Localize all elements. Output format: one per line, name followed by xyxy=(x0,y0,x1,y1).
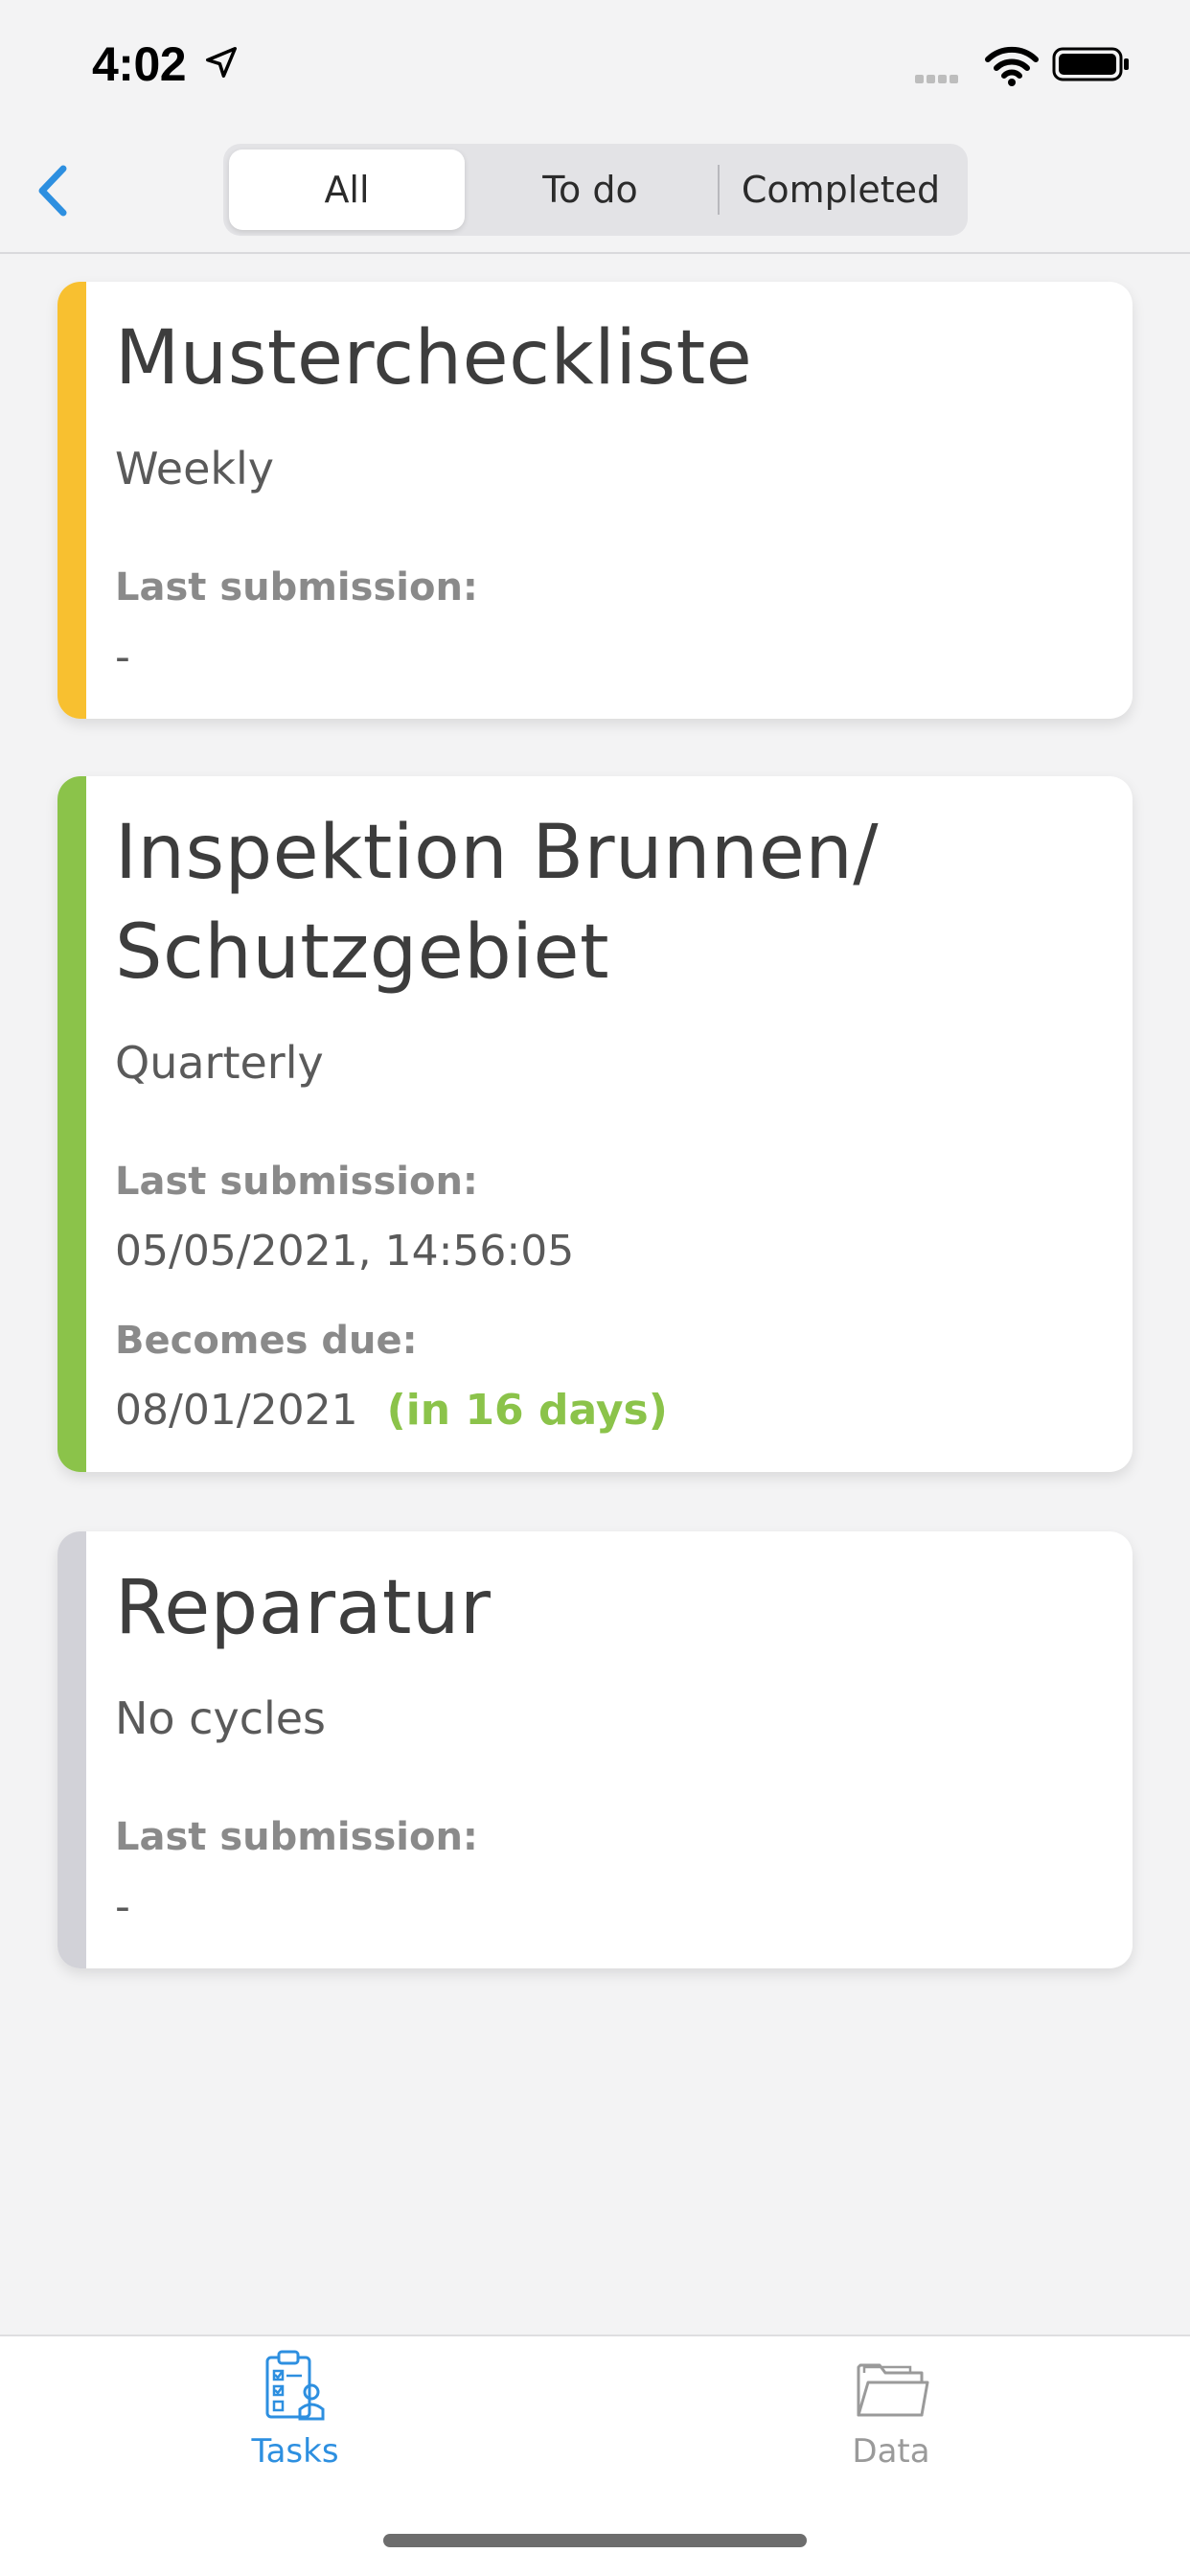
card-title-line-2: Schutzgebiet xyxy=(115,909,610,996)
filter-segmented-control: All To do Completed xyxy=(223,144,968,236)
last-submission-value: - xyxy=(115,1882,130,1931)
becomes-due-value: 08/01/2021 xyxy=(115,1386,358,1435)
last-submission-label: Last submission: xyxy=(115,565,478,610)
last-submission-value: 05/05/2021, 14:56:05 xyxy=(115,1227,575,1276)
filter-all-segment[interactable]: All xyxy=(229,150,465,230)
card-cycle: No cycles xyxy=(115,1692,327,1744)
becomes-due-note: (in 16 days) xyxy=(386,1386,668,1435)
last-submission-label: Last submission: xyxy=(115,1815,478,1859)
tab-tasks-label: Tasks xyxy=(251,2432,339,2471)
last-submission-value: - xyxy=(115,632,130,681)
navigation-bar: All To do Completed xyxy=(0,134,1190,254)
tab-data-label: Data xyxy=(852,2432,930,2471)
card-cycle: Quarterly xyxy=(115,1037,324,1089)
tab-data[interactable]: Data xyxy=(747,2348,1035,2492)
battery-icon xyxy=(1052,47,1129,81)
filter-completed-segment[interactable]: Completed xyxy=(720,150,962,230)
card-cycle: Weekly xyxy=(115,443,275,494)
clipboard-checklist-icon xyxy=(265,2350,325,2421)
becomes-due-row: 08/01/2021 (in 16 days) xyxy=(115,1386,668,1435)
card-title: Mustercheckliste xyxy=(115,315,753,402)
card-status-stripe xyxy=(57,1531,86,1968)
tab-tasks[interactable]: Tasks xyxy=(151,2348,439,2492)
card-title-line-1: Inspektion Brunnen/ xyxy=(115,810,880,896)
card-title: Reparatur xyxy=(115,1565,492,1651)
becomes-due-label: Becomes due: xyxy=(115,1319,418,1363)
wifi-icon xyxy=(985,46,1039,86)
card-status-stripe xyxy=(57,282,86,719)
home-indicator[interactable] xyxy=(383,2534,807,2547)
checklist-card-inspektion[interactable]: Inspektion Brunnen/ Schutzgebiet Quarter… xyxy=(57,776,1133,1472)
back-chevron-icon[interactable] xyxy=(31,157,79,224)
card-status-stripe xyxy=(57,776,86,1472)
status-time: 4:02 xyxy=(92,37,187,91)
status-bar: 4:02 xyxy=(0,0,1190,134)
last-submission-label: Last submission: xyxy=(115,1160,478,1204)
filter-todo-segment[interactable]: To do xyxy=(470,150,710,230)
app-screen: 4:02 All To do Completed Musterchecklist… xyxy=(0,0,1190,2576)
cellular-signal-icon xyxy=(915,69,961,87)
folder-icon xyxy=(857,2363,929,2417)
checklist-card-reparatur[interactable]: Reparatur No cycles Last submission: - xyxy=(57,1531,1133,1968)
location-arrow-icon xyxy=(206,47,237,78)
checklist-card-mustercheckliste[interactable]: Mustercheckliste Weekly Last submission:… xyxy=(57,282,1133,719)
